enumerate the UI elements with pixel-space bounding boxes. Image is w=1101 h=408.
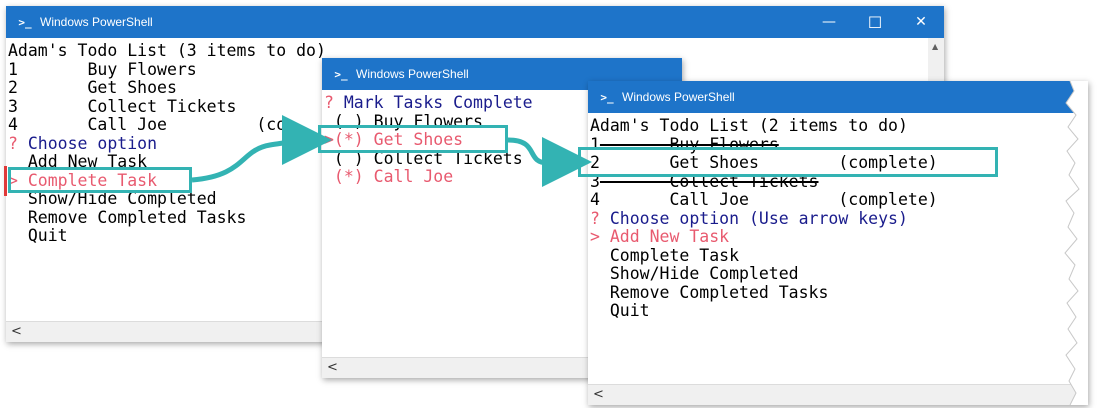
flow-arrows: [191, 115, 592, 188]
arrow-to-mark-tasks: [191, 115, 332, 183]
arrow-to-result: [507, 137, 592, 188]
